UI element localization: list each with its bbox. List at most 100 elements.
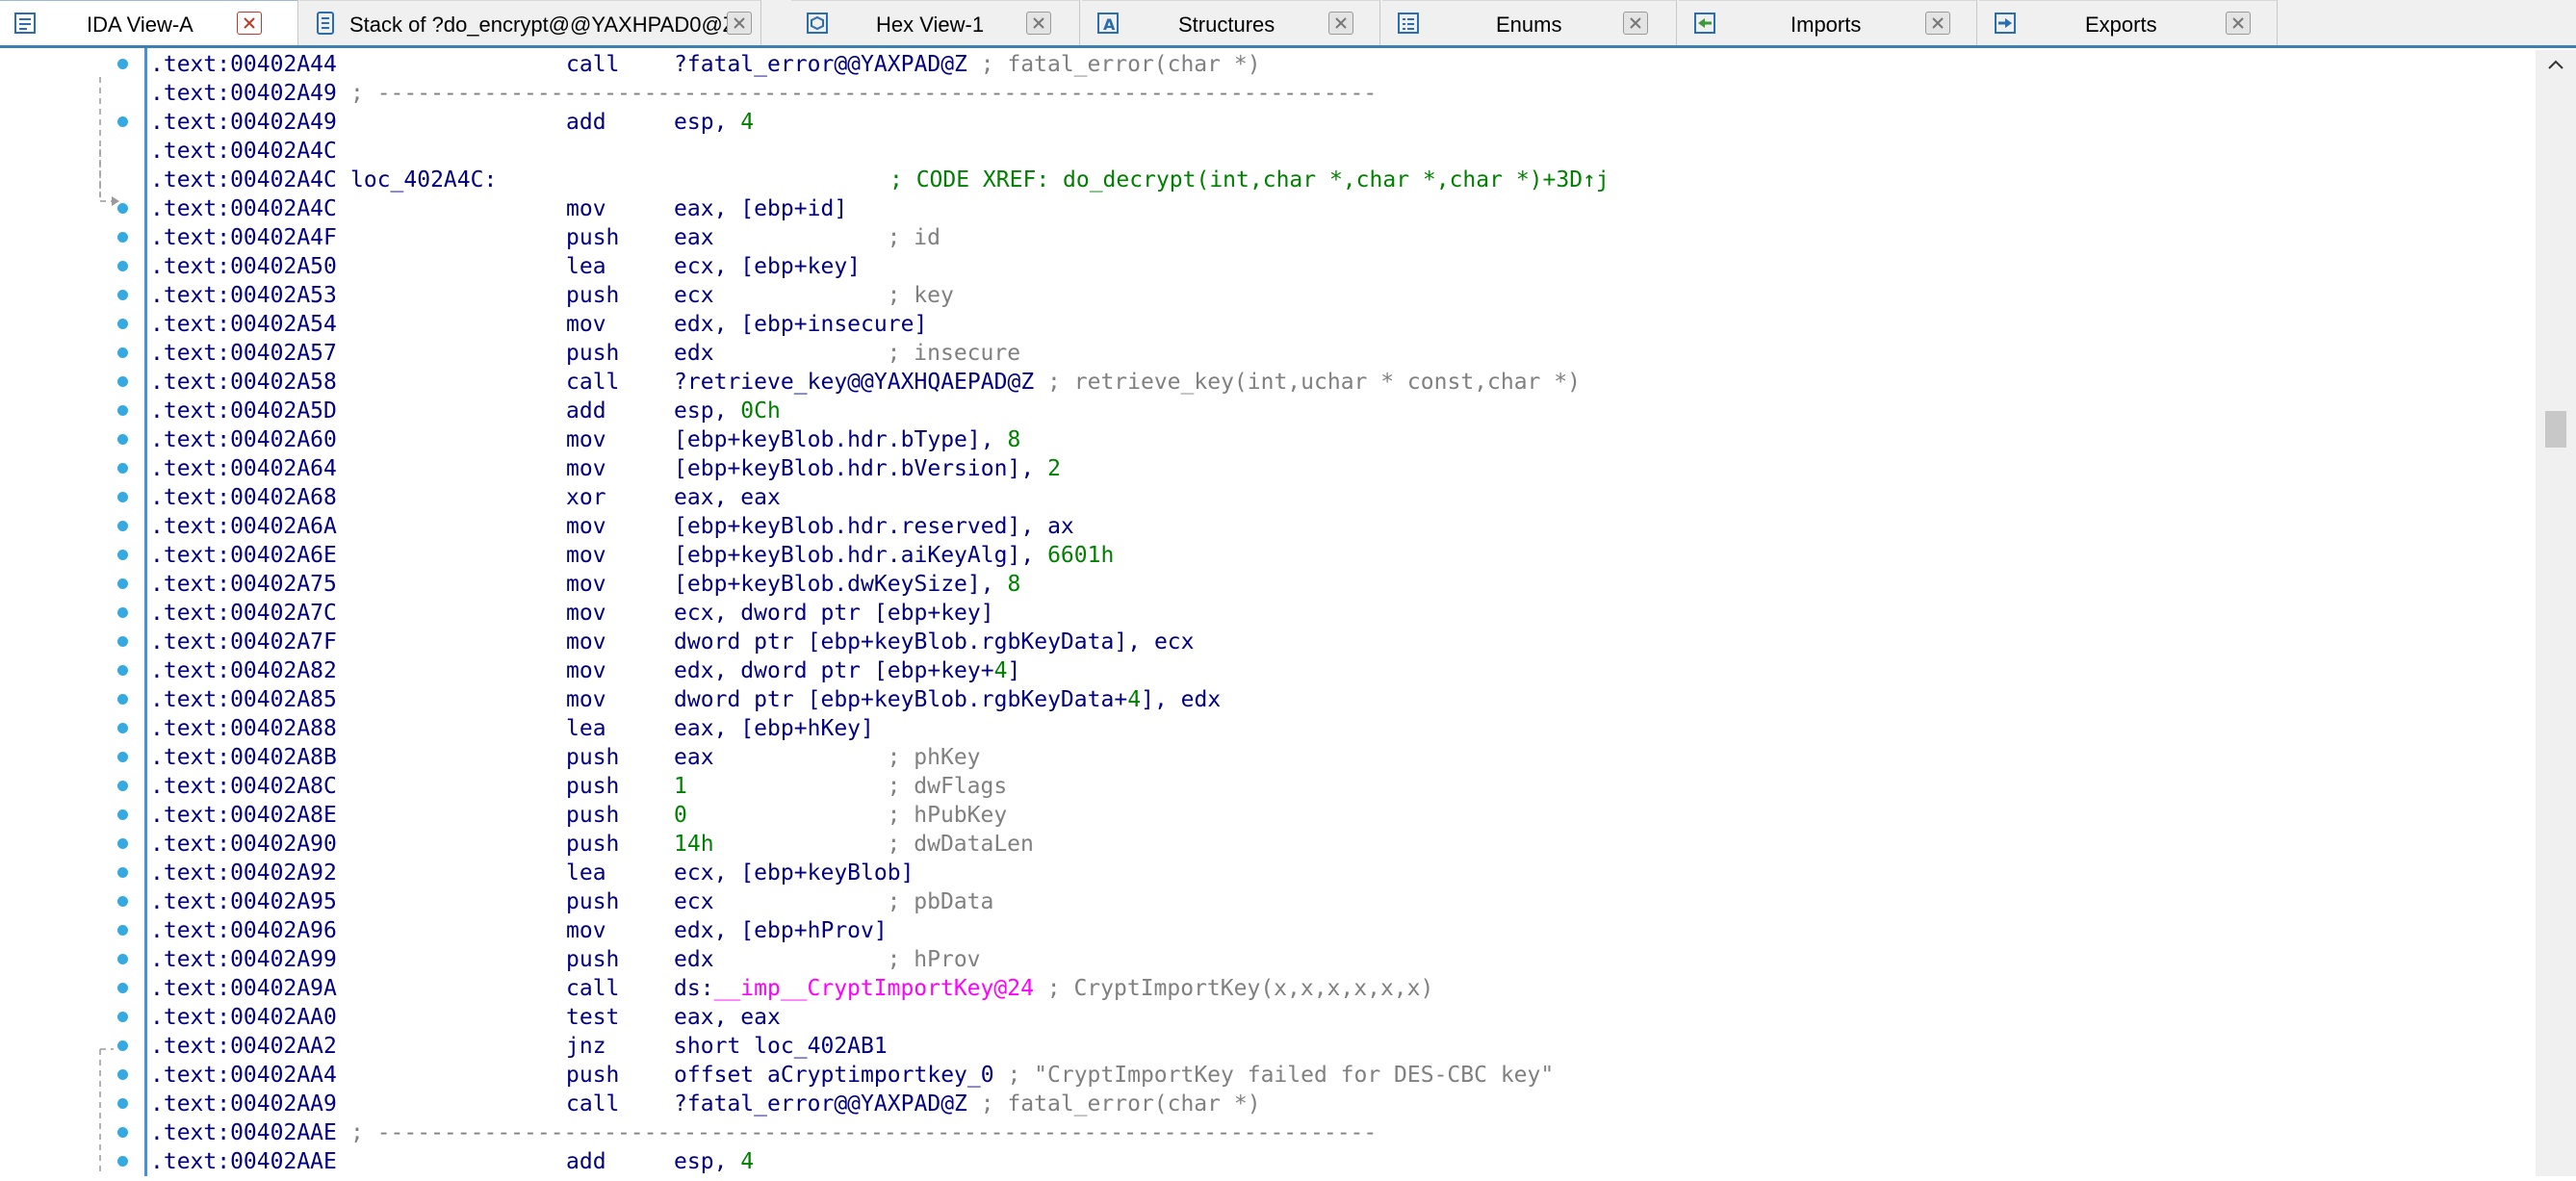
instruction-line[interactable]: .text:00402A7F mov dword ptr [ebp+keyBlob.… <box>150 628 2528 656</box>
breakpoint-dot-icon[interactable] <box>117 463 128 474</box>
scrollbar-thumb[interactable] <box>2545 411 2566 448</box>
operands[interactable]: [ebp+keyBlob.hdr.aiKeyAlg], 6601h <box>674 541 1114 570</box>
instruction-line[interactable]: .text:00402A82 mov edx, dword ptr [ebp+key… <box>150 656 2528 685</box>
separator-line[interactable]: .text:00402A49 ; ------------------------… <box>150 79 2528 108</box>
operands[interactable]: dword ptr [ebp+keyBlob.rgbKeyData+4], ed… <box>674 685 1221 714</box>
close-tab-icon[interactable] <box>727 12 752 35</box>
separator-line[interactable]: .text:00402AAE ; ------------------------… <box>150 1118 2528 1147</box>
close-tab-icon[interactable] <box>1623 12 1648 35</box>
tab-enums[interactable]: Enums <box>1382 0 1677 45</box>
breakpoint-dot-icon[interactable] <box>117 1156 128 1167</box>
instruction-line[interactable]: .text:00402A64 mov [ebp+keyBlob.hdr.bVersi… <box>150 454 2528 483</box>
breakpoint-dot-icon[interactable] <box>117 1127 128 1138</box>
tab-structures[interactable]: A Structures <box>1082 0 1380 45</box>
operands[interactable]: dword ptr [ebp+keyBlob.rgbKeyData], ecx <box>674 628 1195 656</box>
operands[interactable]: 0 ; hPubKey <box>674 801 1007 830</box>
instruction-line[interactable]: .text:00402A4F push eax ; id <box>150 223 2528 252</box>
instruction-line[interactable]: .text:00402A95 push ecx ; pbData <box>150 887 2528 916</box>
operands[interactable]: eax ; id <box>674 223 940 252</box>
breakpoint-dot-icon[interactable] <box>117 925 128 936</box>
instruction-line[interactable]: .text:00402A99 push edx ; hProv <box>150 945 2528 974</box>
instruction-line[interactable]: .text:00402A4C mov eax, [ebp+id] <box>150 194 2528 223</box>
xref-comment[interactable]: ; CODE XREF: do_decrypt(int,char *,char … <box>889 166 1610 194</box>
operands[interactable]: ds:__imp__CryptImportKey@24 ; CryptImpor… <box>674 974 1433 1003</box>
breakpoint-dot-icon[interactable] <box>117 347 128 358</box>
breakpoint-dot-icon[interactable] <box>117 781 128 791</box>
instruction-line[interactable]: .text:00402A8E push 0 ; hPubKey <box>150 801 2528 830</box>
instruction-line[interactable]: .text:00402A9A call ds:__imp__CryptImportK… <box>150 974 2528 1003</box>
scroll-up-icon[interactable] <box>2546 58 2565 71</box>
operands[interactable]: [ebp+keyBlob.dwKeySize], 8 <box>674 570 1020 599</box>
pane-divider[interactable] <box>144 48 147 1176</box>
breakpoint-dot-icon[interactable] <box>117 752 128 762</box>
operands[interactable]: edx ; hProv <box>674 945 981 974</box>
instruction-line[interactable]: .text:00402AA0 test eax, eax <box>150 1003 2528 1032</box>
operands[interactable]: ?fatal_error@@YAXPAD@Z ; fatal_error(cha… <box>674 1090 1261 1118</box>
breakpoint-dot-icon[interactable] <box>117 319 128 329</box>
operands[interactable]: esp, 4 <box>674 108 754 137</box>
breakpoint-dot-icon[interactable] <box>117 954 128 964</box>
tab-stack-of-do-encrypt-yaxhpad0-z[interactable]: Stack of ?do_encrypt@@YAXHPAD0@Z <box>299 0 761 45</box>
instruction-line[interactable]: .text:00402A57 push edx ; insecure <box>150 339 2528 368</box>
instruction-line[interactable]: .text:00402AAE add esp, 4 <box>150 1147 2528 1176</box>
operands[interactable]: edx, [ebp+hProv] <box>674 916 888 945</box>
breakpoint-dot-icon[interactable] <box>117 1040 128 1051</box>
operands[interactable]: ecx, dword ptr [ebp+key] <box>674 599 994 628</box>
instruction-line[interactable]: .text:00402A4C <box>150 137 2528 166</box>
breakpoint-dot-icon[interactable] <box>117 376 128 387</box>
instruction-line[interactable]: .text:00402A6A mov [ebp+keyBlob.hdr.reserv… <box>150 512 2528 541</box>
breakpoint-dot-icon[interactable] <box>117 896 128 907</box>
breakpoint-dot-icon[interactable] <box>117 492 128 502</box>
instruction-line[interactable]: .text:00402A85 mov dword ptr [ebp+keyBlob.… <box>150 685 2528 714</box>
close-tab-icon[interactable] <box>237 12 262 35</box>
breakpoint-dot-icon[interactable] <box>117 723 128 733</box>
operands[interactable]: [ebp+keyBlob.hdr.bType], 8 <box>674 425 1020 454</box>
instruction-line[interactable]: .text:00402A7C mov ecx, dword ptr [ebp+key… <box>150 599 2528 628</box>
close-tab-icon[interactable] <box>2226 12 2251 35</box>
instruction-line[interactable]: .text:00402A88 lea eax, [ebp+hKey] <box>150 714 2528 743</box>
operands[interactable]: [ebp+keyBlob.hdr.bVersion], 2 <box>674 454 1061 483</box>
breakpoint-dot-icon[interactable] <box>117 261 128 271</box>
breakpoint-dot-icon[interactable] <box>117 1098 128 1109</box>
breakpoint-dot-icon[interactable] <box>117 59 128 69</box>
close-tab-icon[interactable] <box>1925 12 1950 35</box>
operands[interactable]: eax, [ebp+id] <box>674 194 847 223</box>
close-tab-icon[interactable] <box>1328 12 1353 35</box>
instruction-line[interactable]: .text:00402A50 lea ecx, [ebp+key] <box>150 252 2528 281</box>
operands[interactable]: eax, eax <box>674 483 781 512</box>
breakpoint-dot-icon[interactable] <box>117 838 128 849</box>
breakpoint-dot-icon[interactable] <box>117 116 128 127</box>
breakpoint-dot-icon[interactable] <box>117 550 128 560</box>
breakpoint-dot-icon[interactable] <box>117 983 128 993</box>
disassembly-listing[interactable]: .text:00402A44 call ?fatal_error@@YAXPAD@Z… <box>150 50 2534 1176</box>
operands[interactable]: [ebp+keyBlob.hdr.reserved], ax <box>674 512 1074 541</box>
label-line[interactable]: .text:00402A4C loc_402A4C: ; CODE XREF: do… <box>150 166 2528 194</box>
breakpoint-dot-icon[interactable] <box>117 521 128 531</box>
instruction-line[interactable]: .text:00402A68 xor eax, eax <box>150 483 2528 512</box>
breakpoint-dot-icon[interactable] <box>117 809 128 820</box>
tab-hex-view-1[interactable]: Hex View-1 <box>791 0 1080 45</box>
operands[interactable]: edx, dword ptr [ebp+key+4] <box>674 656 1020 685</box>
instruction-line[interactable]: .text:00402A96 mov edx, [ebp+hProv] <box>150 916 2528 945</box>
instruction-line[interactable]: .text:00402A6E mov [ebp+keyBlob.hdr.aiKeyA… <box>150 541 2528 570</box>
operands[interactable]: ?fatal_error@@YAXPAD@Z ; fatal_error(cha… <box>674 50 1261 79</box>
breakpoint-dot-icon[interactable] <box>117 636 128 647</box>
instruction-line[interactable]: .text:00402A90 push 14h ; dwDataLen <box>150 830 2528 859</box>
instruction-line[interactable]: .text:00402A44 call ?fatal_error@@YAXPAD@Z… <box>150 50 2528 79</box>
operands[interactable]: ecx, [ebp+keyBlob] <box>674 859 914 887</box>
operands[interactable]: 1 ; dwFlags <box>674 772 1007 801</box>
breakpoint-dot-icon[interactable] <box>117 405 128 416</box>
breakpoint-dot-icon[interactable] <box>117 290 128 300</box>
operands[interactable]: 14h ; dwDataLen <box>674 830 1034 859</box>
instruction-line[interactable]: .text:00402AA9 call ?fatal_error@@YAXPAD@Z… <box>150 1090 2528 1118</box>
instruction-line[interactable]: .text:00402A75 mov [ebp+keyBlob.dwKeySize]… <box>150 570 2528 599</box>
instruction-line[interactable]: .text:00402A58 call ?retrieve_key@@YAXHQAE… <box>150 368 2528 397</box>
breakpoint-dot-icon[interactable] <box>117 665 128 676</box>
breakpoint-dot-icon[interactable] <box>117 607 128 618</box>
instruction-line[interactable]: .text:00402A92 lea ecx, [ebp+keyBlob] <box>150 859 2528 887</box>
instruction-line[interactable]: .text:00402A8C push 1 ; dwFlags <box>150 772 2528 801</box>
instruction-line[interactable]: .text:00402A60 mov [ebp+keyBlob.hdr.bType]… <box>150 425 2528 454</box>
operands[interactable]: short loc_402AB1 <box>674 1032 888 1061</box>
instruction-line[interactable]: .text:00402A49 add esp, 4 <box>150 108 2528 137</box>
breakpoint-dot-icon[interactable] <box>117 1012 128 1022</box>
